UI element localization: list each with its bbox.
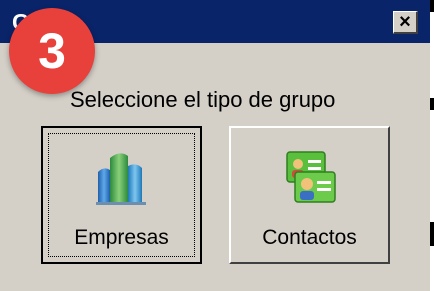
contact-cards-icon [281, 148, 339, 211]
buildings-icon [92, 148, 152, 211]
contactos-button[interactable]: Contactos [229, 126, 390, 264]
edge-mark-top [430, 0, 434, 12]
empresas-label: Empresas [74, 226, 169, 249]
right-edge [430, 0, 434, 291]
prompt-text: Seleccione el tipo de grupo [70, 87, 336, 112]
empresas-button[interactable]: Empresas [41, 126, 202, 264]
close-button[interactable]: × [393, 11, 418, 34]
edge-mark-bottom [430, 222, 434, 246]
step-number-badge: 3 [9, 8, 95, 94]
edge-mark-middle [430, 98, 434, 110]
close-icon: × [399, 11, 411, 33]
contactos-label: Contactos [262, 226, 357, 249]
